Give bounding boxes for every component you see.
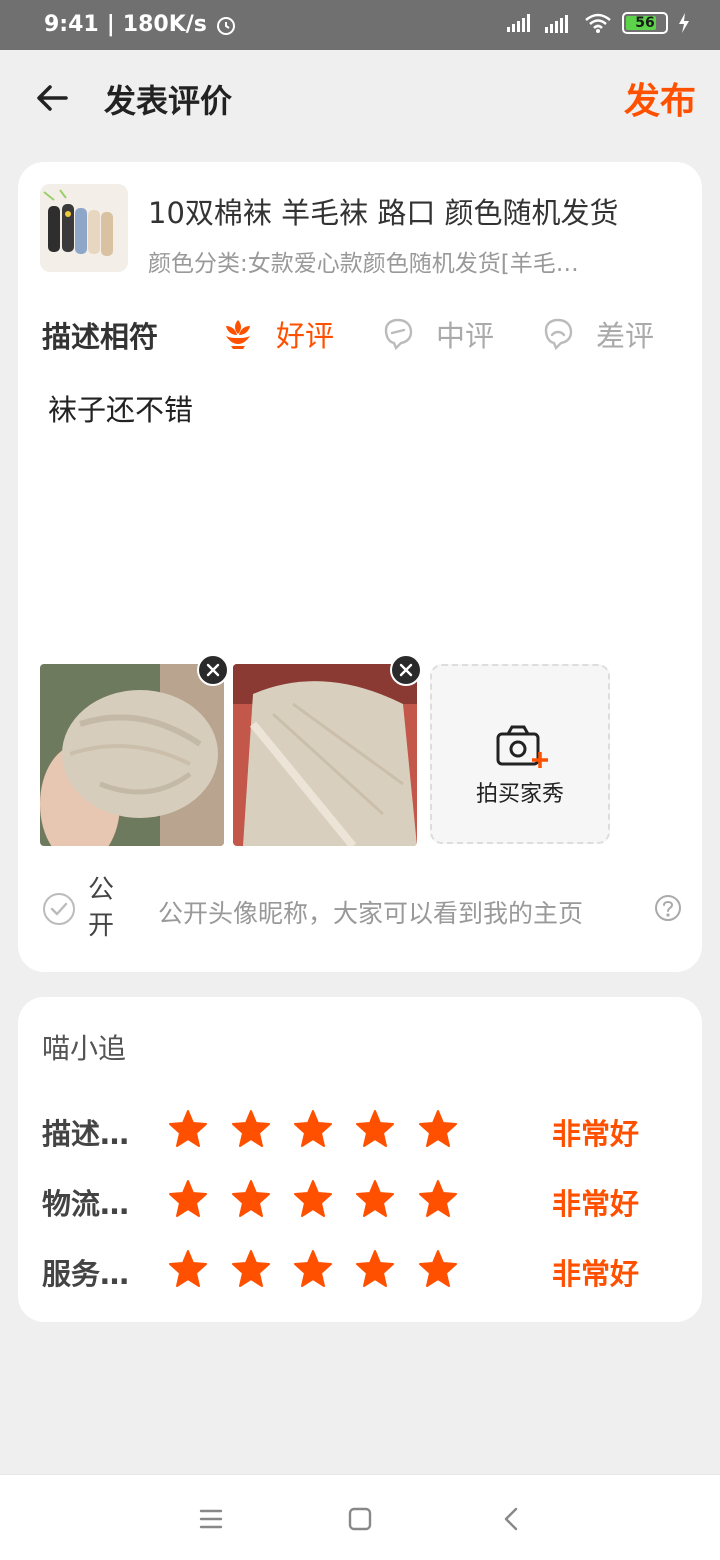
score-label: 描述… [42,1117,130,1151]
close-icon [206,663,220,677]
score-text: 非常好 [552,1187,640,1221]
star-icon[interactable] [418,1179,458,1219]
back-chevron-icon[interactable] [494,1501,530,1537]
star-icon[interactable] [231,1249,271,1289]
camera-plus-icon [496,725,548,768]
score-row-logistics: 物流… 非常好 [42,1173,682,1223]
public-checkbox[interactable] [42,892,76,926]
signal-icon [507,14,530,32]
add-photo-button[interactable]: 拍买家秀 [430,664,610,844]
star-icon[interactable] [231,1109,271,1149]
star-icon[interactable] [168,1109,208,1149]
description-rating: 描述相符 好评 中评 差评 [42,312,682,356]
public-toggle-row: 公开 公开头像昵称，大家可以看到我的主页 [42,872,682,952]
public-description: 公开头像昵称，大家可以看到我的主页 [158,899,584,928]
battery-level: 56 [635,15,655,31]
score-label: 服务… [42,1257,130,1291]
menu-icon[interactable] [193,1501,229,1537]
home-square-icon[interactable] [342,1501,378,1537]
star-icon[interactable] [355,1109,395,1149]
back-arrow-icon[interactable] [32,78,72,118]
review-photo[interactable] [233,664,417,846]
hd-signal-icon [545,15,568,33]
rating-bad-option[interactable]: 差评 [540,312,654,356]
star-icon[interactable] [355,1249,395,1289]
rating-good-option[interactable]: 好评 [220,312,334,356]
publish-button[interactable]: 发布 [624,72,696,124]
public-label: 公开 [88,875,115,941]
rating-good-label: 好评 [276,319,335,353]
product-thumbnail [40,184,128,272]
score-text: 非常好 [552,1257,640,1291]
rating-neutral-label: 中评 [436,319,495,353]
battery-icon: 56 [622,12,668,34]
system-nav-bar [0,1474,720,1560]
delete-photo-button[interactable] [390,654,422,686]
page-title: 发表评价 [104,82,233,120]
neutral-face-icon [384,318,413,351]
star-icon[interactable] [293,1249,333,1289]
star-icon[interactable] [293,1179,333,1219]
close-icon [399,663,413,677]
review-photo[interactable] [40,664,224,846]
review-text-input[interactable]: 袜子还不错 [48,387,668,429]
star-icon[interactable] [355,1179,395,1219]
product-sku: 颜色分类:女款爱心款颜色随机发货[羊毛… [148,251,579,277]
header: 发表评价 发布 [0,50,720,145]
sock-photo-2 [233,664,417,846]
alarm-icon [216,16,235,35]
wifi-icon [585,13,611,33]
shop-name: 喵小追 [42,1032,127,1065]
shop-rating-card: 喵小追 描述… 非常好 物流… 非常好 服务… 非常好 [18,997,702,1322]
flower-icon [226,320,250,349]
score-row-service: 服务… 非常好 [42,1243,682,1293]
star-icon[interactable] [418,1249,458,1289]
delete-photo-button[interactable] [197,654,229,686]
sock-photo-1 [40,664,224,846]
rating-label: 描述相符 [42,320,159,354]
rating-bad-label: 差评 [596,319,655,353]
score-text: 非常好 [552,1117,640,1151]
star-icon[interactable] [168,1249,208,1289]
score-row-description: 描述… 非常好 [42,1103,682,1153]
rating-neutral-option[interactable]: 中评 [380,312,494,356]
status-time: 9:41 [44,12,99,37]
socks-image [40,184,128,272]
help-icon[interactable] [654,894,682,922]
add-photo-label: 拍买家秀 [475,782,564,807]
review-card: 10双棉袜 羊毛袜 路口 颜色随机发货 颜色分类:女款爱心款颜色随机发货[羊毛…… [18,162,702,972]
score-label: 物流… [42,1187,130,1221]
charging-icon [679,13,689,33]
star-icon[interactable] [418,1109,458,1149]
photo-list: 拍买家秀 [40,654,680,852]
status-speed: 180K/s [122,12,207,37]
status-bar: 9:41 | 180K/s 56 [0,0,720,50]
product-title: 10双棉袜 羊毛袜 路口 颜色随机发货 [148,196,619,230]
status-right: 56 [506,12,690,34]
star-icon[interactable] [293,1109,333,1149]
status-left: 9:41 | 180K/s [44,12,237,37]
star-icon[interactable] [168,1179,208,1219]
star-icon[interactable] [231,1179,271,1219]
sad-face-icon [544,318,573,351]
status-divider: | [106,12,115,37]
